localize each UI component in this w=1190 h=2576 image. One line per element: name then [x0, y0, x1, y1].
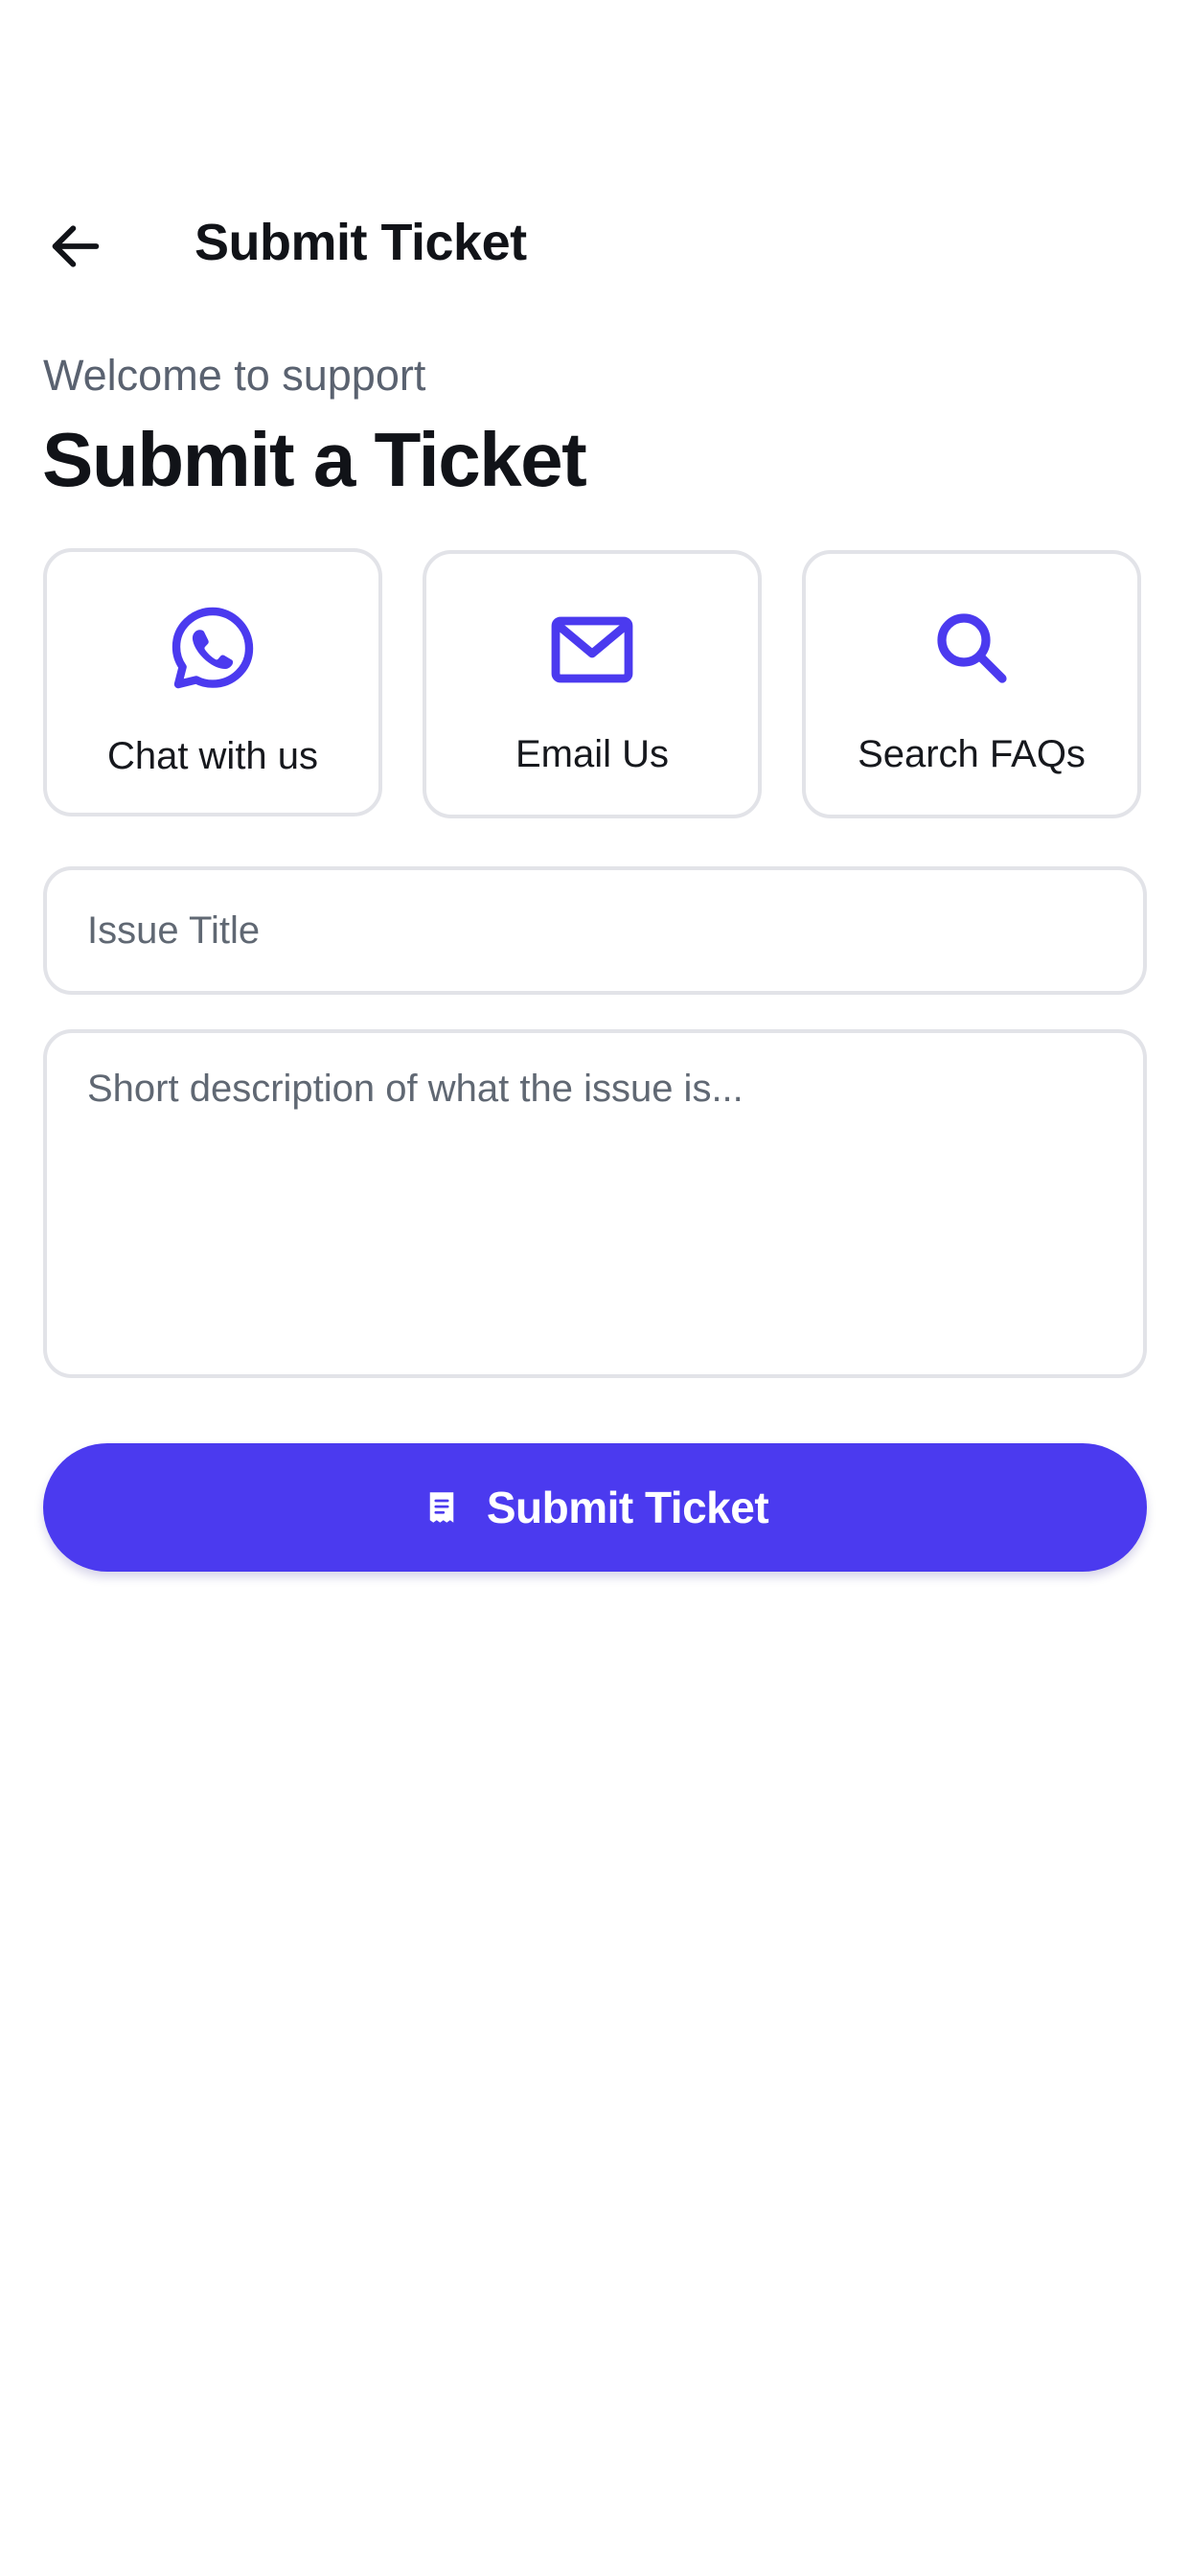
submit-ticket-label: Submit Ticket — [486, 1483, 769, 1532]
page-title: Submit a Ticket — [42, 417, 587, 502]
header-title: Submit Ticket — [195, 214, 527, 271]
submit-ticket-button[interactable]: Submit Ticket — [43, 1443, 1147, 1572]
support-options: Chat with us Email Us Search FAQs — [43, 548, 1147, 824]
back-button[interactable] — [34, 205, 117, 288]
issue-description-input[interactable] — [43, 1029, 1147, 1378]
email-us-card[interactable]: Email Us — [423, 550, 762, 818]
receipt-icon — [422, 1487, 462, 1528]
chat-with-us-label: Chat with us — [106, 735, 319, 777]
search-faqs-label: Search FAQs — [858, 733, 1086, 775]
chat-with-us-card[interactable]: Chat with us — [43, 548, 382, 816]
top-app-bar: Submit Ticket — [0, 192, 1190, 297]
search-faqs-card[interactable]: Search FAQs — [802, 550, 1141, 818]
issue-title-input[interactable] — [43, 866, 1147, 995]
mail-icon — [546, 604, 638, 696]
search-icon — [926, 604, 1018, 696]
welcome-subtitle: Welcome to support — [43, 351, 426, 400]
whatsapp-icon — [167, 602, 259, 694]
email-us-label: Email Us — [515, 733, 670, 775]
arrow-left-icon — [52, 225, 100, 267]
